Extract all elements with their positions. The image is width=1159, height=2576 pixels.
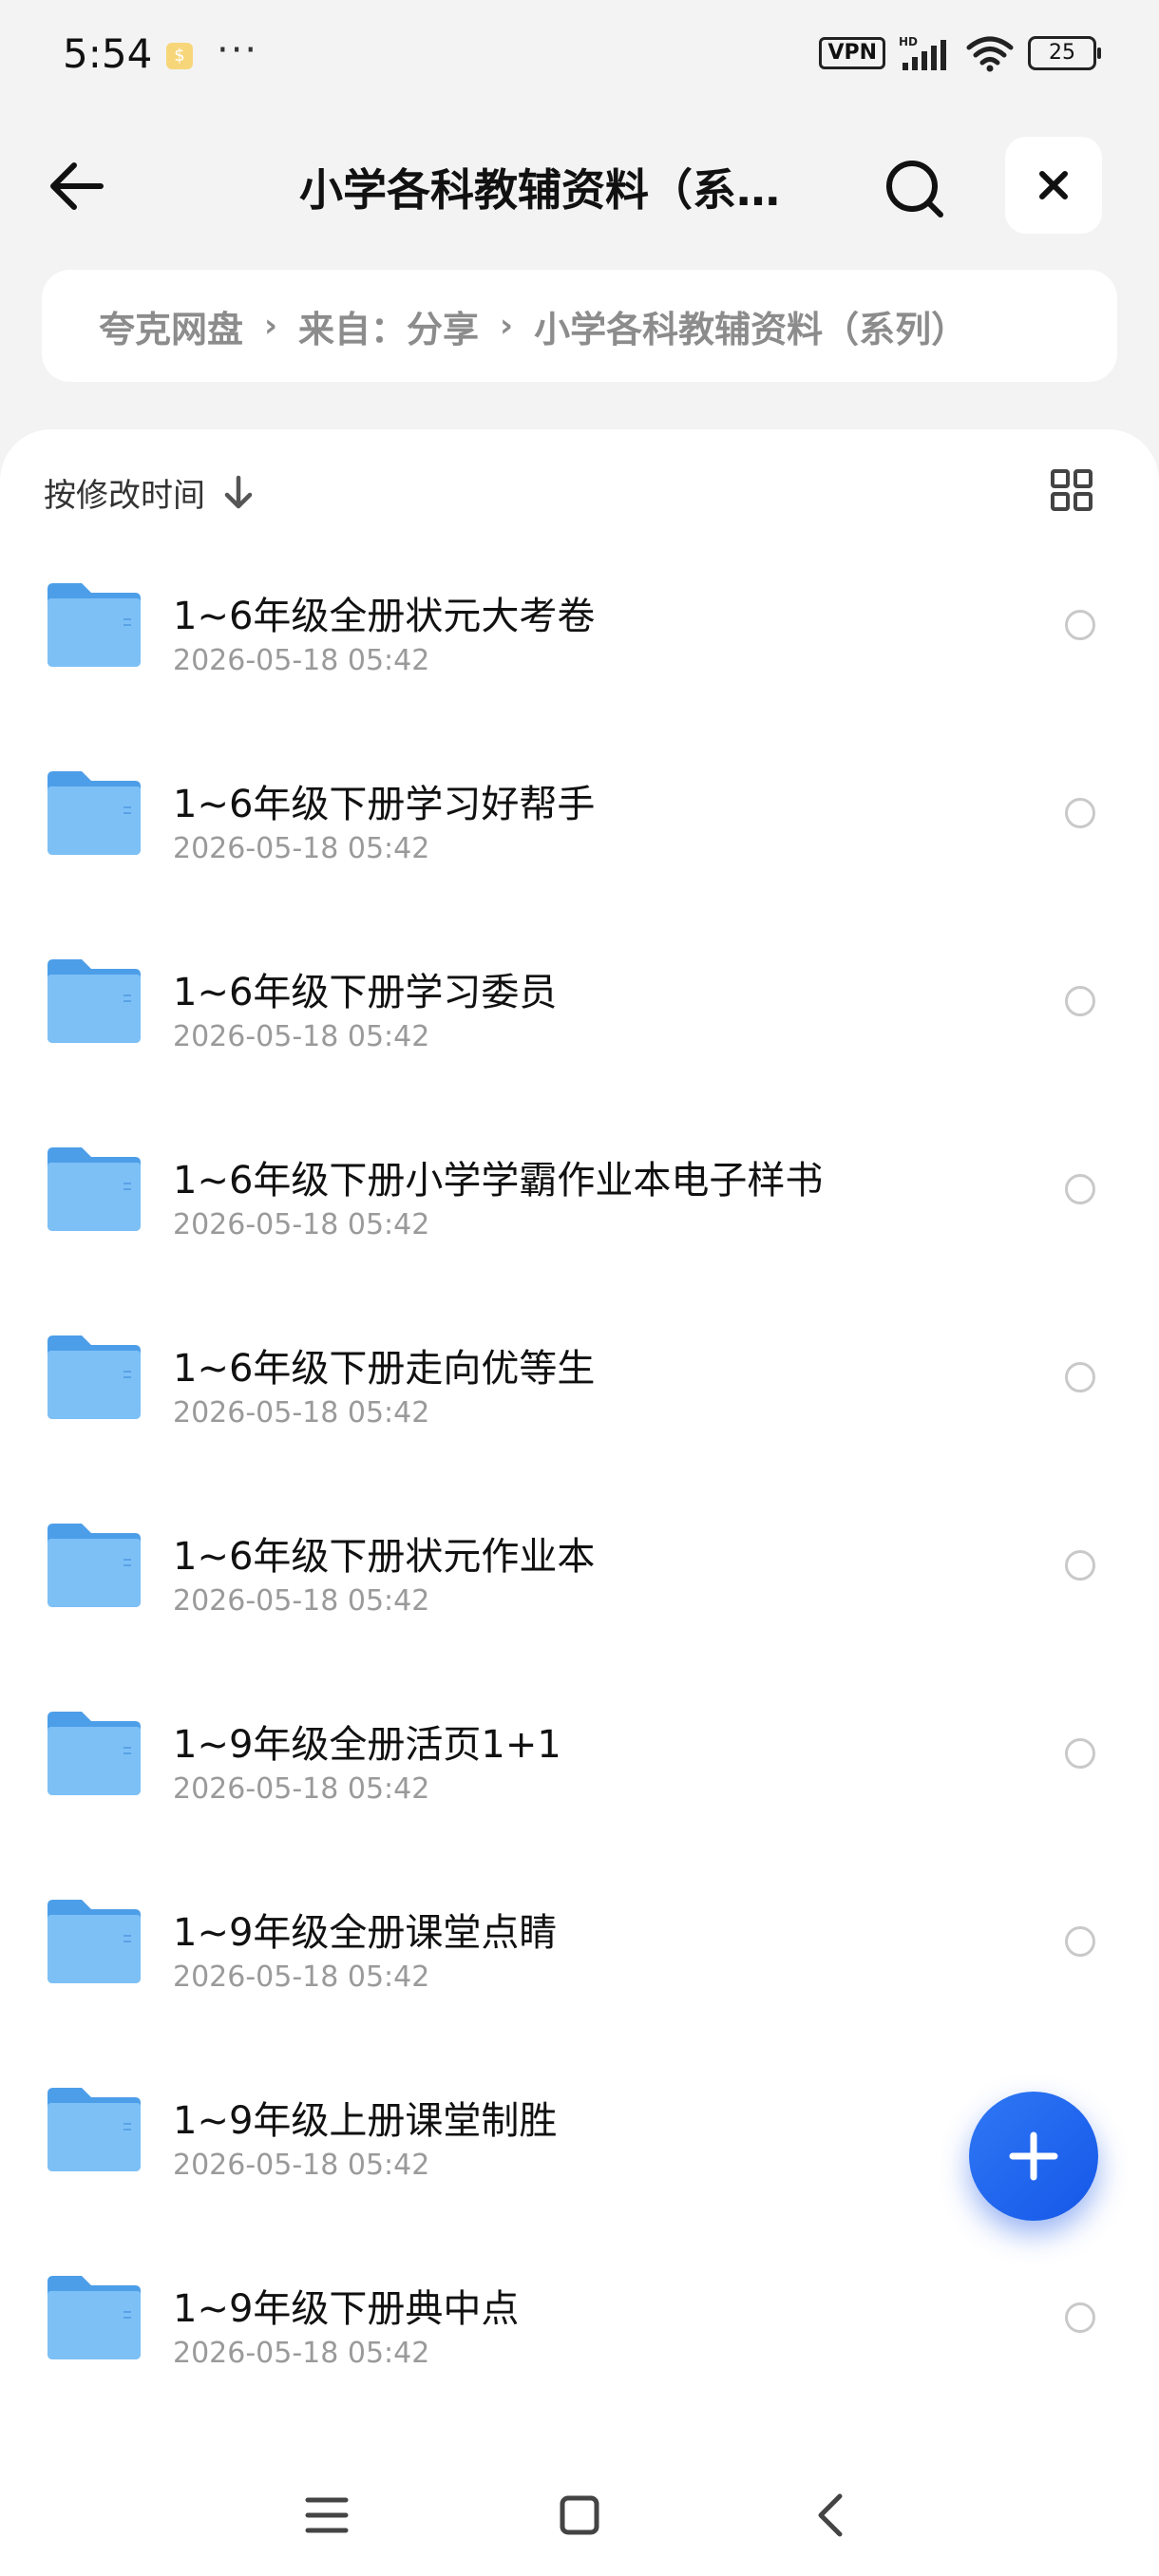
file-row[interactable]: 1~9年级下册典中点 2026-05-18 05:42 [0, 2242, 1159, 2430]
signal-icon: HD [899, 35, 946, 70]
status-bar: 5:54 $ ··· VPN HD 25 [0, 0, 1159, 114]
close-icon [1039, 171, 1068, 199]
breadcrumb: 夸克网盘 › 来自：分享 › 小学各科教辅资料（系列） [42, 270, 1117, 382]
plus-icon [1009, 2131, 1058, 2181]
search-icon [886, 161, 943, 218]
wifi-icon [966, 36, 1014, 72]
chevron-right-icon: › [500, 307, 514, 345]
file-date: 2026-05-18 05:42 [173, 1396, 430, 1430]
page-title: 小学各科教辅资料（系列） [299, 164, 812, 216]
select-checkbox[interactable] [1065, 798, 1095, 828]
breadcrumb-item-root[interactable]: 夸克网盘 [99, 300, 243, 352]
status-icons: VPN HD 25 [819, 34, 1101, 72]
file-name: 1~9年级全册活页1+1 [173, 1723, 561, 1767]
file-row[interactable]: 1~6年级下册小学学霸作业本电子样书 2026-05-18 05:42 [0, 1113, 1159, 1301]
breadcrumb-item-share[interactable]: 来自：分享 [298, 300, 479, 352]
file-date: 2026-05-18 05:42 [173, 1960, 430, 1994]
top-bar: 小学各科教辅资料（系列） [0, 133, 1159, 239]
sort-label: 按修改时间 [44, 477, 205, 515]
file-row[interactable]: 1~6年级下册学习好帮手 2026-05-18 05:42 [0, 737, 1159, 925]
back-button[interactable] [42, 150, 114, 222]
arrow-down-icon [224, 475, 253, 508]
sort-button[interactable]: 按修改时间 [44, 469, 255, 516]
folder-icon [48, 1712, 141, 1795]
select-checkbox[interactable] [1065, 610, 1095, 640]
file-name: 1~6年级下册状元作业本 [173, 1535, 596, 1579]
file-date: 2026-05-18 05:42 [173, 644, 430, 677]
select-checkbox[interactable] [1065, 2302, 1095, 2333]
home-button[interactable] [542, 2477, 618, 2553]
system-nav-bar [0, 2451, 1159, 2576]
add-button[interactable] [969, 2092, 1098, 2221]
file-name: 1~9年级下册典中点 [173, 2287, 520, 2331]
svg-text:HD: HD [899, 35, 918, 48]
arrow-left-icon [50, 162, 104, 210]
folder-icon [48, 771, 141, 855]
file-row[interactable]: 1~9年级全册活页1+1 2026-05-18 05:42 [0, 1677, 1159, 1866]
select-checkbox[interactable] [1065, 986, 1095, 1016]
file-row[interactable]: 1~6年级下册走向优等生 2026-05-18 05:42 [0, 1301, 1159, 1489]
folder-icon [48, 2088, 141, 2171]
folder-icon [48, 1335, 141, 1419]
file-name: 1~6年级下册小学学霸作业本电子样书 [173, 1159, 824, 1203]
file-row[interactable]: 1~6年级下册学习委员 2026-05-18 05:42 [0, 925, 1159, 1113]
vpn-icon: VPN [819, 37, 885, 69]
battery-icon: 25 [1028, 36, 1101, 70]
select-checkbox[interactable] [1065, 1738, 1095, 1769]
grid-view-icon [1051, 469, 1092, 511]
folder-icon [48, 583, 141, 667]
menu-icon [305, 2497, 349, 2533]
file-name: 1~6年级下册学习好帮手 [173, 783, 596, 826]
file-date: 2026-05-18 05:42 [173, 832, 430, 865]
search-button[interactable] [876, 150, 952, 226]
file-date: 2026-05-18 05:42 [173, 1020, 430, 1053]
file-name: 1~9年级全册课堂点睛 [173, 1911, 558, 1955]
grid-view-toggle[interactable] [1049, 467, 1094, 513]
select-checkbox[interactable] [1065, 1362, 1095, 1392]
file-sheet: 按修改时间 1~6年级全册状元大考卷 2026-05-18 05:42 1~6年… [0, 429, 1159, 2576]
file-row[interactable]: 1~6年级全册状元大考卷 2026-05-18 05:42 [0, 549, 1159, 737]
file-name: 1~9年级上册课堂制胜 [173, 2099, 558, 2143]
notification-app-icon: $ [166, 43, 193, 69]
file-row[interactable]: 1~9年级全册课堂点睛 2026-05-18 05:42 [0, 1866, 1159, 2054]
breadcrumb-item-current: 小学各科教辅资料（系列） [534, 308, 968, 350]
chevron-right-icon: › [264, 307, 278, 345]
file-date: 2026-05-18 05:42 [173, 1208, 430, 1241]
chevron-left-icon [818, 2493, 843, 2537]
file-name: 1~6年级全册状元大考卷 [173, 595, 596, 638]
file-date: 2026-05-18 05:42 [173, 1584, 430, 1618]
file-date: 2026-05-18 05:42 [173, 2149, 430, 2182]
close-button[interactable] [1005, 137, 1102, 234]
file-row[interactable]: 1~6年级下册状元作业本 2026-05-18 05:42 [0, 1489, 1159, 1677]
folder-icon [48, 959, 141, 1043]
folder-icon [48, 1524, 141, 1607]
more-notifications-icon: ··· [217, 28, 259, 72]
file-name: 1~6年级下册走向优等生 [173, 1347, 596, 1391]
select-checkbox[interactable] [1065, 1926, 1095, 1957]
folder-icon [48, 1147, 141, 1231]
select-checkbox[interactable] [1065, 1550, 1095, 1581]
select-checkbox[interactable] [1065, 1174, 1095, 1204]
menu-button[interactable] [289, 2477, 365, 2553]
file-date: 2026-05-18 05:42 [173, 2337, 430, 2370]
system-back-button[interactable] [794, 2477, 870, 2553]
file-date: 2026-05-18 05:42 [173, 1772, 430, 1806]
folder-icon [48, 1900, 141, 1983]
file-name: 1~6年级下册学习委员 [173, 971, 558, 1014]
home-icon [560, 2495, 599, 2535]
status-time: 5:54 [63, 30, 153, 77]
folder-icon [48, 2276, 141, 2359]
